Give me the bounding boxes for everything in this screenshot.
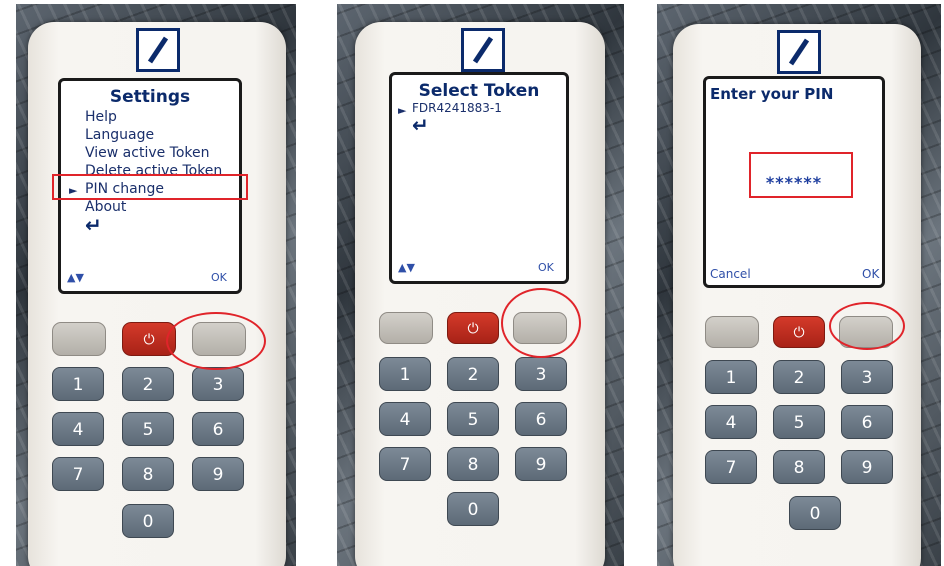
token-device: Enter your PIN ****** Cancel OK ⏻ 1 2 3 … (673, 24, 921, 566)
screen-title: Select Token (418, 81, 540, 101)
key-7[interactable]: 7 (52, 457, 104, 491)
power-icon: ⏻ (143, 332, 155, 348)
key-7[interactable]: 7 (705, 450, 757, 484)
slash-box-logo (777, 30, 821, 74)
key-1[interactable]: 1 (379, 357, 431, 391)
key-8[interactable]: 8 (447, 447, 499, 481)
up-down-arrows-icon: ▲▼ (398, 261, 415, 274)
key-1[interactable]: 1 (705, 360, 757, 394)
ok-softkey-label: OK (211, 271, 227, 284)
key-6[interactable]: 6 (515, 402, 567, 436)
screen-title: Settings (109, 87, 191, 107)
key-9[interactable]: 9 (841, 450, 893, 484)
highlight-circle-ok-button (166, 312, 266, 370)
key-2[interactable]: 2 (447, 357, 499, 391)
panel-settings: Settings Help Language View active Token… (16, 4, 296, 566)
key-3[interactable]: 3 (841, 360, 893, 394)
device-screen: Select Token ► FDR4241883-1 ↵ ▲▼ OK (389, 72, 569, 284)
power-icon: ⏻ (793, 325, 805, 341)
key-8[interactable]: 8 (773, 450, 825, 484)
screen-title: Enter your PIN (710, 85, 834, 103)
key-6[interactable]: 6 (192, 412, 244, 446)
key-5[interactable]: 5 (122, 412, 174, 446)
ok-softkey-label: OK (862, 267, 880, 281)
power-button[interactable]: ⏻ (447, 312, 499, 344)
slash-box-logo (461, 28, 505, 72)
triangle-right-icon: ► (398, 104, 407, 117)
key-5[interactable]: 5 (773, 405, 825, 439)
highlight-box-pin-change (52, 174, 248, 200)
key-6[interactable]: 6 (841, 405, 893, 439)
key-0[interactable]: 0 (447, 492, 499, 526)
key-9[interactable]: 9 (192, 457, 244, 491)
key-2[interactable]: 2 (773, 360, 825, 394)
return-arrow-icon[interactable]: ↵ (85, 213, 102, 237)
panel-enter-pin: Enter your PIN ****** Cancel OK ⏻ 1 2 3 … (657, 4, 941, 566)
key-0[interactable]: 0 (122, 504, 174, 538)
token-device: Select Token ► FDR4241883-1 ↵ ▲▼ OK ⏻ 1 … (355, 22, 605, 566)
power-icon: ⏻ (467, 321, 479, 337)
menu-item-help[interactable]: Help (85, 109, 117, 125)
key-1[interactable]: 1 (52, 367, 104, 401)
return-arrow-icon[interactable]: ↵ (412, 113, 429, 137)
up-down-arrows-icon: ▲▼ (67, 271, 84, 284)
cancel-softkey-label: Cancel (710, 267, 751, 281)
highlight-circle-ok-button (829, 302, 905, 350)
panel-select-token: Select Token ► FDR4241883-1 ↵ ▲▼ OK ⏻ 1 … (337, 4, 624, 566)
power-button[interactable]: ⏻ (773, 316, 825, 348)
left-softkey-button[interactable] (379, 312, 433, 344)
token-device: Settings Help Language View active Token… (28, 22, 286, 566)
highlight-box-pin (749, 152, 853, 198)
highlight-circle-ok-button (501, 288, 581, 358)
key-5[interactable]: 5 (447, 402, 499, 436)
left-softkey-button[interactable] (52, 322, 106, 356)
left-softkey-button[interactable] (705, 316, 759, 348)
key-8[interactable]: 8 (122, 457, 174, 491)
key-0[interactable]: 0 (789, 496, 841, 530)
menu-item-view-token[interactable]: View active Token (85, 145, 210, 161)
key-4[interactable]: 4 (705, 405, 757, 439)
key-2[interactable]: 2 (122, 367, 174, 401)
key-3[interactable]: 3 (192, 367, 244, 401)
key-3[interactable]: 3 (515, 357, 567, 391)
slash-box-logo (136, 28, 180, 72)
ok-softkey-label: OK (538, 261, 554, 274)
key-4[interactable]: 4 (52, 412, 104, 446)
key-4[interactable]: 4 (379, 402, 431, 436)
key-7[interactable]: 7 (379, 447, 431, 481)
key-9[interactable]: 9 (515, 447, 567, 481)
menu-item-language[interactable]: Language (85, 127, 154, 143)
